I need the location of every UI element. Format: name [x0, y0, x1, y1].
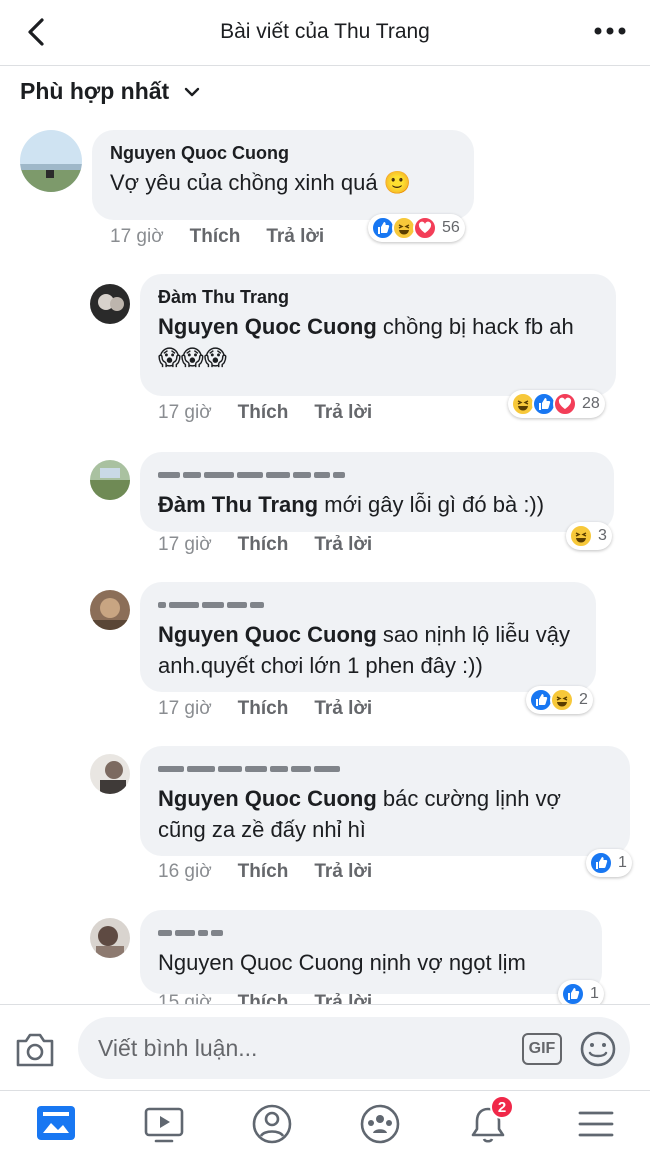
notifications-tab[interactable]: 2 — [466, 1095, 514, 1145]
reply-button[interactable]: Trả lời — [314, 402, 372, 424]
comment-actions: 17 giờ Thích Trả lời — [158, 698, 372, 720]
avatar-blurred-photo — [90, 918, 130, 958]
reply-button[interactable]: Trả lời — [314, 992, 372, 1004]
reply-button[interactable]: Trả lời — [266, 226, 324, 248]
avatar-blurred-photo — [90, 590, 130, 630]
notification-badge: 2 — [490, 1095, 514, 1119]
comment-text: Đàm Thu Trang mới gây lỗi gì đó bà :)) — [158, 489, 596, 520]
reaction-count: 56 — [442, 219, 460, 236]
comment-text: Vợ yêu của chồng xinh quá 🙂 — [110, 170, 412, 195]
avatar[interactable] — [90, 284, 130, 324]
comment-body: mới gây lỗi gì đó bà :)) — [318, 492, 545, 517]
camera-icon[interactable] — [14, 1029, 56, 1069]
comment-actions: 17 giờ Thích Trả lời — [158, 534, 372, 556]
comment-bubble: Nguyen Quoc Cuong sao nịnh lộ liễu vậy a… — [140, 582, 596, 692]
comment-time: 17 giờ — [110, 226, 164, 247]
reaction-count: 2 — [579, 691, 588, 708]
comment-time: 17 giờ — [158, 698, 212, 719]
comment-text: Nguyen Quoc Cuong chồng bị hack fb ah 😱😱… — [158, 311, 598, 373]
like-button[interactable]: Thích — [238, 534, 289, 556]
page-title: Bài viết của Thu Trang — [220, 20, 430, 43]
reply-button[interactable]: Trả lời — [314, 534, 372, 556]
like-button[interactable]: Thích — [238, 861, 289, 883]
haha-icon — [550, 688, 574, 712]
groups-icon[interactable] — [358, 1103, 402, 1145]
avatar[interactable] — [90, 590, 130, 630]
avatar-blurred-photo — [90, 460, 130, 500]
comment-text: Nguyen Quoc Cuong nịnh vợ ngọt lịm — [158, 950, 526, 975]
filter-label: Phù hợp nhất — [20, 78, 170, 104]
reaction-count: 28 — [582, 395, 600, 412]
comment-composer: GIF — [0, 1004, 650, 1090]
comment-bubble: Nguyen Quoc Cuong nịnh vợ ngọt lịm — [140, 910, 602, 994]
more-options-icon[interactable] — [590, 16, 630, 46]
like-button[interactable]: Thích — [238, 402, 289, 424]
watch-icon[interactable] — [142, 1103, 186, 1145]
mention-link[interactable]: Nguyen Quoc Cuong — [158, 314, 377, 339]
like-icon — [561, 982, 585, 1006]
reaction-summary[interactable]: 3 — [566, 522, 612, 550]
avatar-landscape-image — [20, 130, 82, 192]
reply-button[interactable]: Trả lời — [314, 861, 372, 883]
reaction-count: 1 — [618, 854, 627, 871]
comment-actions: 15 giờ Thích Trả lời — [158, 992, 372, 1004]
comment-author[interactable]: Đàm Thu Trang — [158, 286, 598, 308]
mention-link[interactable]: Nguyen Quoc Cuong — [158, 786, 377, 811]
bottom-tab-bar: 2 — [0, 1090, 650, 1156]
mention-link[interactable]: Đàm Thu Trang — [158, 492, 318, 517]
gif-button[interactable]: GIF — [522, 1033, 562, 1065]
comment-author[interactable]: Nguyen Quoc Cuong — [110, 142, 456, 164]
menu-icon[interactable] — [574, 1103, 618, 1145]
reply-button[interactable]: Trả lời — [314, 698, 372, 720]
haha-icon — [569, 524, 593, 548]
blurred-author-name[interactable] — [158, 758, 612, 780]
mention-link[interactable]: Nguyen Quoc Cuong — [158, 622, 377, 647]
reaction-summary[interactable]: 1 — [586, 849, 632, 877]
reaction-summary[interactable]: 28 — [508, 390, 605, 418]
like-button[interactable]: Thích — [190, 226, 241, 248]
love-icon — [413, 216, 437, 240]
comment-time: 17 giờ — [158, 534, 212, 555]
like-button[interactable]: Thích — [238, 698, 289, 720]
chevron-down-icon — [185, 87, 200, 96]
comment-bubble: Đàm Thu Trang Nguyen Quoc Cuong chồng bị… — [140, 274, 616, 396]
comment-actions: 16 giờ Thích Trả lời — [158, 861, 372, 883]
comment-actions: 17 giờ Thích Trả lời — [158, 402, 372, 424]
top-bar: Bài viết của Thu Trang — [0, 0, 650, 66]
blurred-author-name[interactable] — [158, 464, 596, 486]
reaction-count: 1 — [590, 985, 599, 1002]
avatar[interactable] — [90, 918, 130, 958]
avatar[interactable] — [20, 130, 82, 192]
avatar[interactable] — [90, 754, 130, 794]
avatar-blurred-photo — [90, 754, 130, 794]
comment-sort-filter[interactable]: Phù hợp nhất — [20, 78, 201, 105]
comment-bubble: Đàm Thu Trang mới gây lỗi gì đó bà :)) — [140, 452, 614, 532]
blurred-author-name[interactable] — [158, 594, 578, 616]
reaction-summary[interactable]: 2 — [526, 686, 593, 714]
comment-time: 16 giờ — [158, 861, 212, 882]
comment-actions: 17 giờ Thích Trả lời — [110, 226, 324, 248]
news-feed-icon[interactable] — [34, 1103, 78, 1145]
like-button[interactable]: Thích — [238, 992, 289, 1004]
comment-time: 15 giờ — [158, 992, 212, 1004]
like-icon — [589, 851, 613, 875]
comment-text: Nguyen Quoc Cuong bác cường lịnh vợ cũng… — [158, 783, 612, 845]
avatar[interactable] — [90, 460, 130, 500]
emoji-sticker-icon[interactable] — [578, 1029, 618, 1069]
comment-text: Nguyen Quoc Cuong sao nịnh lộ liễu vậy a… — [158, 619, 578, 681]
love-icon — [553, 392, 577, 416]
comment-time: 17 giờ — [158, 402, 212, 423]
reaction-count: 3 — [598, 527, 607, 544]
avatar-photo — [90, 284, 130, 324]
reaction-summary[interactable]: 56 — [368, 214, 465, 242]
profile-icon[interactable] — [250, 1103, 294, 1145]
comment-bubble: Nguyen Quoc Cuong Vợ yêu của chồng xinh … — [92, 130, 474, 220]
comment-bubble: Nguyen Quoc Cuong bác cường lịnh vợ cũng… — [140, 746, 630, 856]
blurred-author-name[interactable] — [158, 922, 584, 944]
